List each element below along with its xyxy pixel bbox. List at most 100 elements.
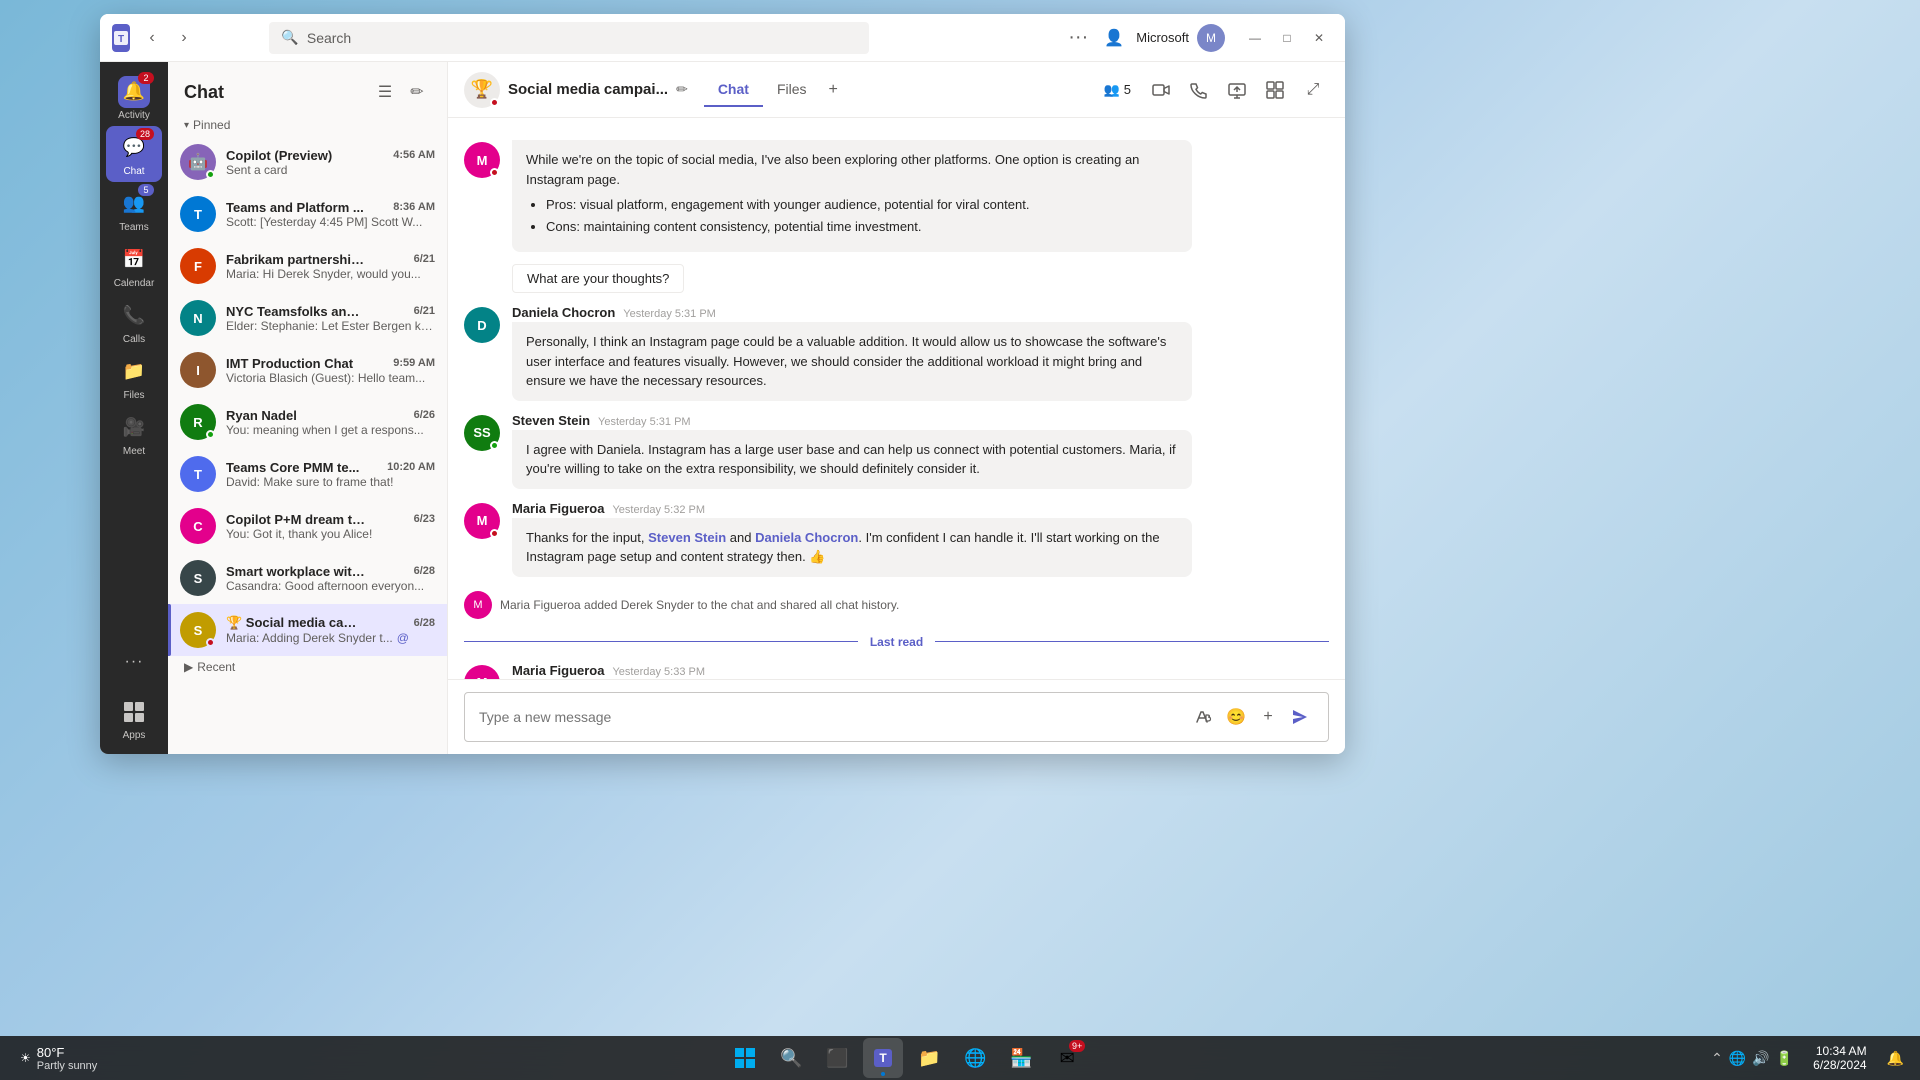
speaker-icon[interactable]: 🔊 bbox=[1752, 1050, 1769, 1067]
sidebar-label-calls: Calls bbox=[123, 334, 145, 345]
chat-avatar-smart-workplace: S bbox=[180, 560, 216, 596]
screenshare-button[interactable] bbox=[1221, 74, 1253, 106]
file-explorer-button[interactable]: 📁 bbox=[909, 1038, 949, 1078]
back-button[interactable]: ‹ bbox=[138, 24, 166, 52]
tab-chat[interactable]: Chat bbox=[704, 73, 763, 107]
sidebar-item-calendar[interactable]: 📅 Calendar bbox=[106, 238, 162, 294]
sidebar: 🔔 2 Activity 💬 28 Chat 👥 5 Teams bbox=[100, 62, 168, 754]
sidebar-item-calls[interactable]: 📞 Calls bbox=[106, 294, 162, 350]
sidebar-item-activity[interactable]: 🔔 2 Activity bbox=[106, 70, 162, 126]
tab-files[interactable]: Files bbox=[763, 73, 821, 107]
msg-bubble-1: While we're on the topic of social media… bbox=[512, 140, 1192, 252]
video-call-button[interactable] bbox=[1145, 74, 1177, 106]
apps-button[interactable] bbox=[1259, 74, 1291, 106]
search-bar[interactable]: 🔍 Search bbox=[269, 22, 869, 54]
sidebar-item-files[interactable]: 📁 Files bbox=[106, 350, 162, 406]
user-avatar[interactable]: M bbox=[1197, 24, 1225, 52]
msg-sender-3: Steven Stein bbox=[512, 413, 590, 428]
chat-avatar-nyc: N bbox=[180, 300, 216, 336]
recent-section-header[interactable]: ▶ Recent bbox=[168, 656, 447, 678]
weather-widget[interactable]: ☀ 80°F Partly sunny bbox=[8, 1045, 109, 1072]
sidebar-item-meet[interactable]: 🎥 Meet bbox=[106, 406, 162, 462]
clock-widget[interactable]: 10:34 AM 6/28/2024 bbox=[1805, 1044, 1874, 1072]
store-button[interactable]: 🏪 bbox=[1001, 1038, 1041, 1078]
sidebar-item-teams[interactable]: 👥 5 Teams bbox=[106, 182, 162, 238]
sidebar-item-chat[interactable]: 💬 28 Chat bbox=[106, 126, 162, 182]
expand-button[interactable]: ⤢ bbox=[1297, 74, 1329, 106]
add-tab-button[interactable]: + bbox=[821, 73, 846, 107]
send-button[interactable] bbox=[1286, 703, 1314, 731]
messages-area[interactable]: M While we're on the topic of social med… bbox=[448, 118, 1345, 679]
network-icon[interactable]: 🌐 bbox=[1729, 1050, 1746, 1067]
task-view-button[interactable]: ⬛ bbox=[817, 1038, 857, 1078]
chat-item-copilot[interactable]: 🤖 Copilot (Preview) 4:56 AM Sent a card bbox=[168, 136, 447, 188]
chat-item-ryan[interactable]: R Ryan Nadel 6/26 You: meaning when I ge… bbox=[168, 396, 447, 448]
sidebar-label-activity: Activity bbox=[118, 110, 150, 121]
chat-item-imt[interactable]: I IMT Production Chat 9:59 AM Victoria B… bbox=[168, 344, 447, 396]
audio-call-button[interactable] bbox=[1183, 74, 1215, 106]
sidebar-item-more[interactable]: ··· bbox=[106, 634, 162, 690]
msg-time-3: Yesterday 5:31 PM bbox=[598, 416, 691, 428]
forward-button[interactable]: › bbox=[170, 24, 198, 52]
maximize-button[interactable]: □ bbox=[1273, 24, 1301, 52]
sidebar-label-calendar: Calendar bbox=[114, 278, 155, 289]
taskbar-teams-button[interactable]: T bbox=[863, 1038, 903, 1078]
group-chat-avatar: 🏆 bbox=[464, 72, 500, 108]
mention-steven: Steven Stein bbox=[648, 530, 726, 545]
msg-avatar-4: M bbox=[464, 503, 500, 539]
battery-icon[interactable]: 🔋 bbox=[1776, 1050, 1793, 1067]
participants-icon: 👥 bbox=[1104, 82, 1120, 98]
clock-time: 10:34 AM bbox=[1813, 1044, 1866, 1058]
chat-item-fabrikam[interactable]: F Fabrikam partnership co... 6/21 Maria:… bbox=[168, 240, 447, 292]
sidebar-item-apps[interactable]: Apps bbox=[106, 690, 162, 746]
chat-info-smart-workplace: Smart workplace with Te... 6/28 Casandra… bbox=[226, 564, 435, 593]
notification-icon[interactable]: 🔔 bbox=[1879, 1050, 1912, 1067]
msg-quote-1: What are your thoughts? bbox=[512, 264, 684, 293]
chat-list-actions: ☰ ✏ bbox=[371, 78, 431, 106]
new-chat-button[interactable]: ✏ bbox=[403, 78, 431, 106]
message-input-box: 😊 + bbox=[464, 692, 1329, 742]
attach-button[interactable]: + bbox=[1254, 703, 1282, 731]
message-group-1: M While we're on the topic of social med… bbox=[448, 134, 1345, 299]
title-bar-right: ··· 👤 Microsoft M — □ ✕ bbox=[1064, 24, 1333, 52]
sidebar-label-files: Files bbox=[123, 390, 144, 401]
chevron-up-icon[interactable]: ⌃ bbox=[1711, 1050, 1723, 1067]
chat-item-copilot-pm[interactable]: C Copilot P+M dream team 6/23 You: Got i… bbox=[168, 500, 447, 552]
app-body: 🔔 2 Activity 💬 28 Chat 👥 5 Teams bbox=[100, 62, 1345, 754]
svg-text:T: T bbox=[118, 34, 124, 45]
chat-info-teams-core: Teams Core PMM te... 10:20 AM David: Mak… bbox=[226, 460, 435, 489]
format-button[interactable] bbox=[1190, 703, 1218, 731]
edge-button[interactable]: 🌐 bbox=[955, 1038, 995, 1078]
files-icon: 📁 bbox=[118, 356, 150, 388]
weather-info: 80°F Partly sunny bbox=[37, 1045, 98, 1072]
search-icon: 🔍 bbox=[281, 29, 298, 46]
chat-item-social-media[interactable]: S 🏆 Social media camp... 6/28 Maria: Add… bbox=[168, 604, 447, 656]
edit-name-icon[interactable]: ✏ bbox=[676, 81, 688, 98]
msg-sender-5: Maria Figueroa bbox=[512, 663, 604, 678]
chat-avatar-imt: I bbox=[180, 352, 216, 388]
taskbar-search-button[interactable]: 🔍 bbox=[771, 1038, 811, 1078]
chat-area: 🏆 Social media campai... ✏ Chat Files + … bbox=[448, 62, 1345, 754]
pinned-section-header[interactable]: ▾ Pinned bbox=[168, 114, 447, 136]
chat-item-teams-platform[interactable]: T Teams and Platform ... 8:36 AM Scott: … bbox=[168, 188, 447, 240]
chat-item-smart-workplace[interactable]: S Smart workplace with Te... 6/28 Casand… bbox=[168, 552, 447, 604]
chat-item-nyc[interactable]: N NYC Teamsfolks and Alli... 6/21 Elder:… bbox=[168, 292, 447, 344]
window-controls: — □ ✕ bbox=[1241, 24, 1333, 52]
participants-button[interactable]: 👥 5 bbox=[1096, 78, 1139, 102]
taskbar-center: 🔍 ⬛ T 📁 🌐 🏪 ✉ 9+ bbox=[113, 1038, 1699, 1078]
profile-search-button[interactable]: 👤 bbox=[1100, 24, 1128, 52]
last-read-line-left bbox=[464, 641, 858, 642]
close-button[interactable]: ✕ bbox=[1305, 24, 1333, 52]
message-input[interactable] bbox=[479, 709, 1182, 725]
chat-list-header: Chat ☰ ✏ bbox=[168, 62, 447, 114]
more-options-button[interactable]: ··· bbox=[1064, 24, 1092, 52]
minimize-button[interactable]: — bbox=[1241, 24, 1269, 52]
taskbar-search-wrap: 🔍 bbox=[771, 1038, 811, 1078]
emoji-button[interactable]: 😊 bbox=[1222, 703, 1250, 731]
meet-icon: 🎥 bbox=[118, 412, 150, 444]
chat-item-teams-core[interactable]: T Teams Core PMM te... 10:20 AM David: M… bbox=[168, 448, 447, 500]
filter-button[interactable]: ☰ bbox=[371, 78, 399, 106]
start-button-wrap bbox=[725, 1038, 765, 1078]
pinned-label: Pinned bbox=[193, 118, 230, 132]
start-button[interactable] bbox=[725, 1038, 765, 1078]
